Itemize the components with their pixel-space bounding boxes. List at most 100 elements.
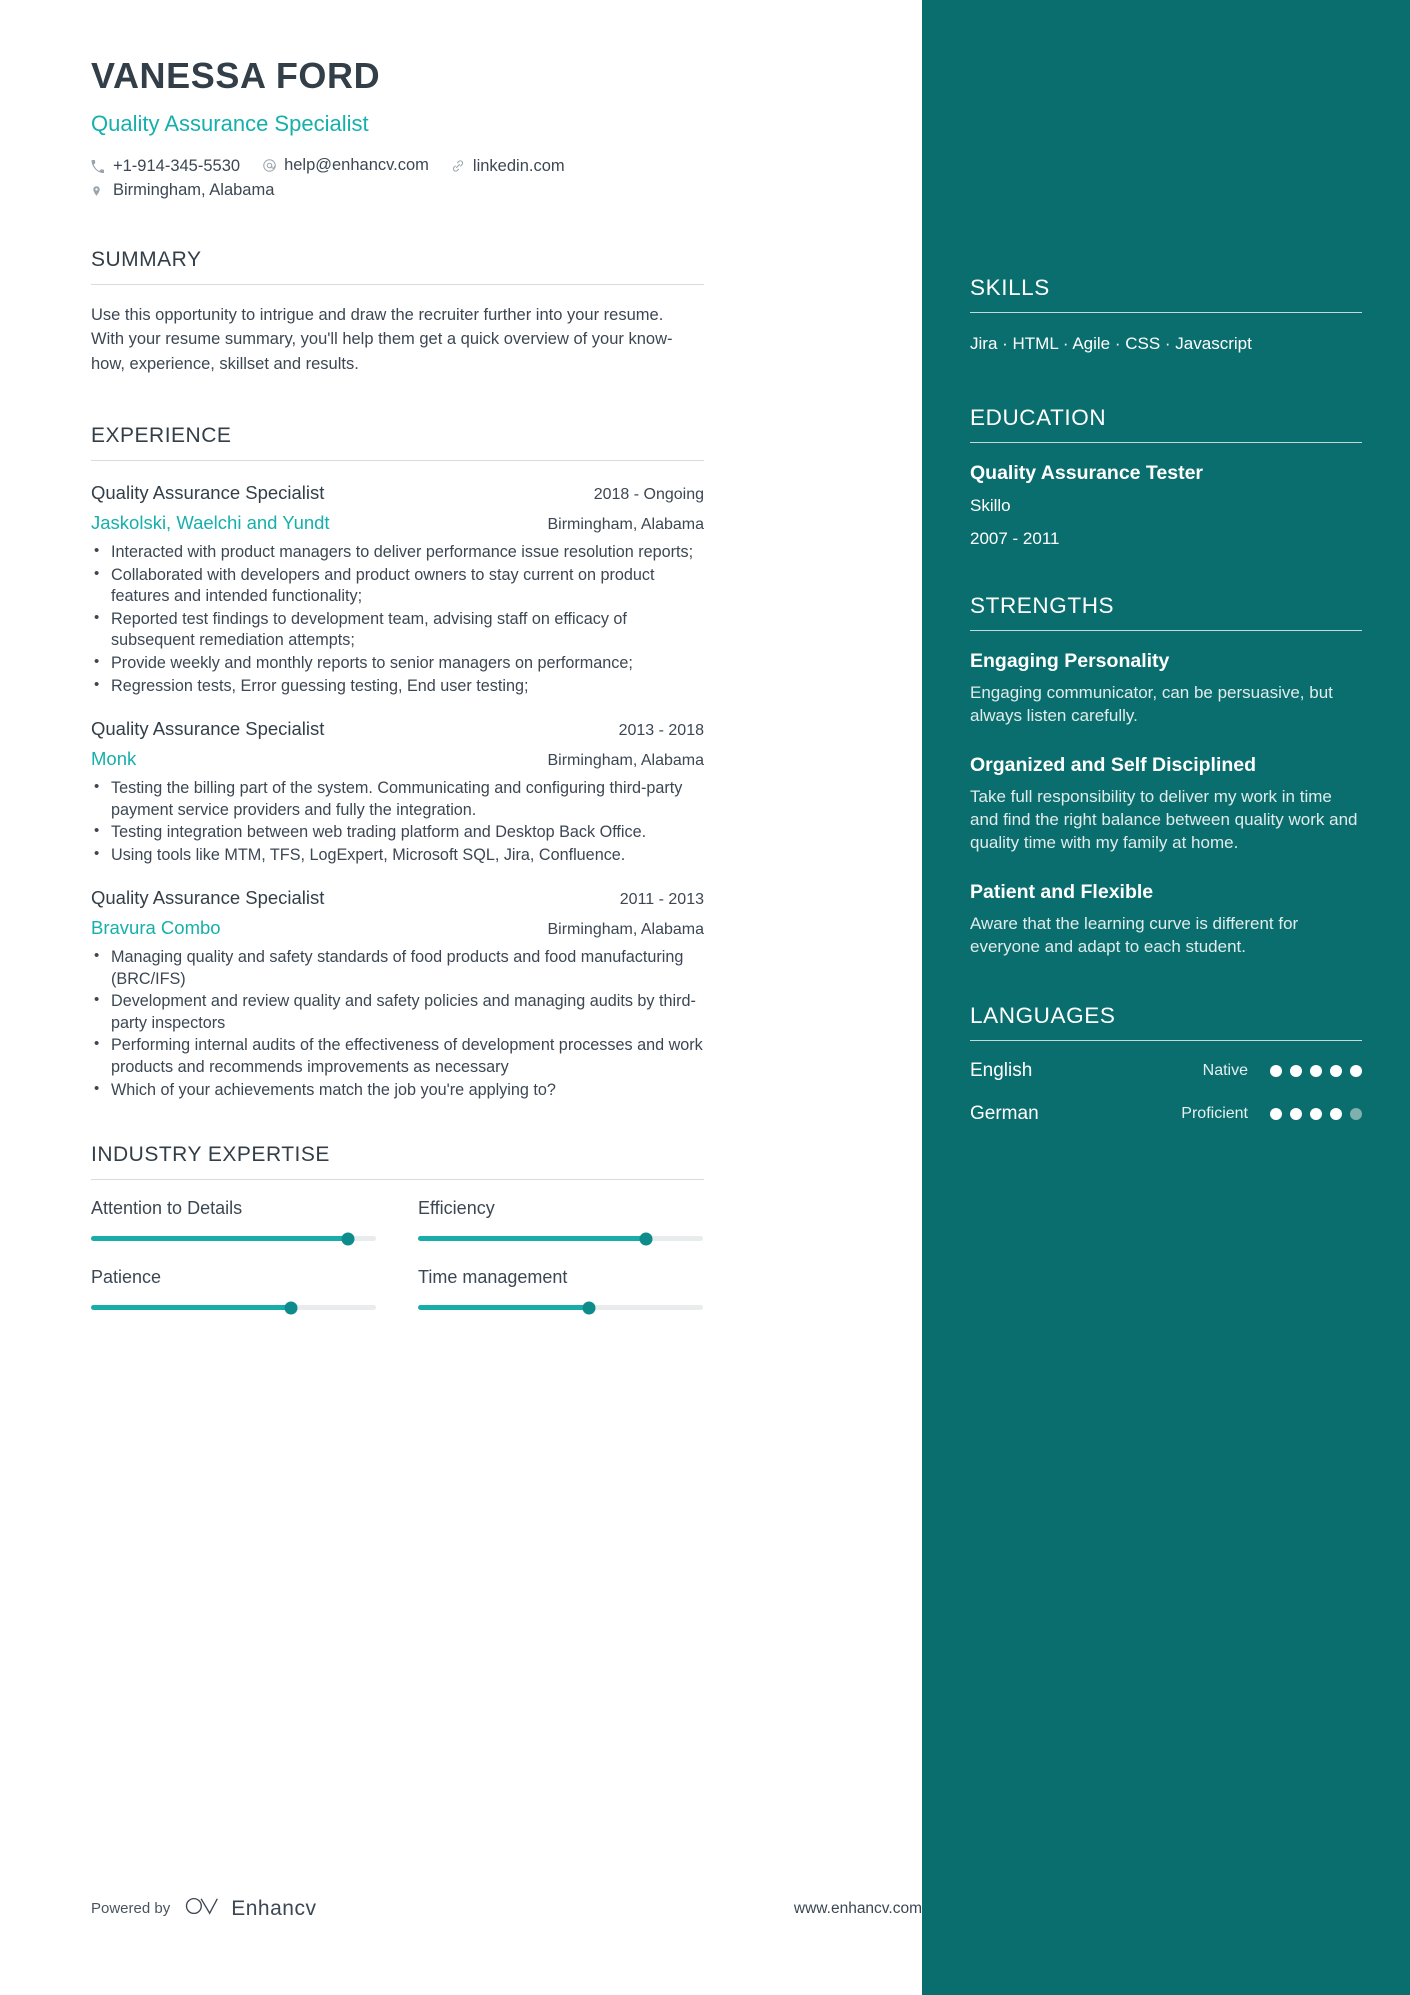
rating-dot-filled xyxy=(1350,1064,1362,1077)
experience-item: Quality Assurance Specialist 2013 - 2018… xyxy=(91,718,704,866)
link-icon xyxy=(451,159,466,173)
contact-phone-text: +1-914-345-5530 xyxy=(113,157,241,175)
experience-bullet: Development and review quality and safet… xyxy=(91,990,704,1034)
experience-dates: 2011 - 2013 xyxy=(619,891,704,909)
experience-bullet: Provide weekly and monthly reports to se… xyxy=(91,652,704,675)
summary-divider xyxy=(91,284,704,285)
section-summary: SUMMARY Use this opportunity to intrigue… xyxy=(91,248,704,376)
strength-name: Engaging Personality xyxy=(970,649,1170,672)
rating-dot-filled xyxy=(1290,1064,1302,1077)
expertise-slider[interactable] xyxy=(91,1232,376,1246)
experience-dates: 2018 - Ongoing xyxy=(593,486,704,504)
experience-bullet: Performing internal audits of the effect… xyxy=(91,1034,704,1078)
experience-bullet: Testing integration between web trading … xyxy=(91,821,704,844)
experience-title-row: Quality Assurance Specialist 2011 - 2013 xyxy=(91,887,704,909)
experience-company-row: Monk Birmingham, Alabama xyxy=(91,744,704,770)
education-entry: Quality Assurance Tester Skillo 2007 - 2… xyxy=(970,462,1362,549)
contact-link[interactable]: linkedin.com xyxy=(451,157,565,176)
sidebar-section-education: EDUCATION Quality Assurance Tester Skill… xyxy=(970,405,1362,549)
contact-location-text: Birmingham, Alabama xyxy=(113,181,275,199)
expertise-label: Efficiency xyxy=(418,1198,495,1219)
skills-list: Jira · HTML · Agile · CSS · Javascript xyxy=(970,334,1252,353)
sidebar-section-skills: SKILLS Jira · HTML · Agile · CSS · Javas… xyxy=(970,275,1362,357)
resume-page: SKILLS Jira · HTML · Agile · CSS · Javas… xyxy=(0,0,1410,1995)
summary-heading: SUMMARY xyxy=(91,248,202,271)
sidebar-section-languages: LANGUAGES English Native German Proficie… xyxy=(970,1003,1362,1125)
slider-knob[interactable] xyxy=(582,1301,596,1315)
experience-bullets: Testing the billing part of the system. … xyxy=(91,777,704,867)
strength-description: Take full responsibility to deliver my w… xyxy=(970,786,1358,853)
language-row: German Proficient xyxy=(970,1103,1362,1125)
experience-company-row: Jaskolski, Waelchi and Yundt Birmingham,… xyxy=(91,508,704,534)
education-divider xyxy=(970,441,1362,443)
rating-dot-filled xyxy=(1290,1107,1302,1120)
strength-description: Engaging communicator, can be persuasive… xyxy=(970,682,1333,726)
summary-text: Use this opportunity to intrigue and dra… xyxy=(91,306,673,373)
experience-bullet: Using tools like MTM, TFS, LogExpert, Mi… xyxy=(91,844,704,867)
slider-fill xyxy=(91,1236,348,1242)
sidebar-section-strengths: STRENGTHS Engaging Personality Engaging … xyxy=(970,593,1362,959)
powered-by-block: Powered by Enhancv xyxy=(91,1895,316,1922)
footer: Powered by Enhancv www.enhancv.com xyxy=(91,1895,922,1922)
enhancv-logo-icon xyxy=(184,1895,220,1922)
slider-knob[interactable] xyxy=(284,1301,297,1315)
email-icon xyxy=(262,158,277,173)
experience-job-title: Quality Assurance Specialist xyxy=(91,718,325,740)
expertise-label: Attention to Details xyxy=(91,1198,243,1219)
contact-email-text: help@enhancv.com xyxy=(284,156,429,174)
contact-link-text: linkedin.com xyxy=(472,156,565,175)
experience-item: Quality Assurance Specialist 2011 - 2013… xyxy=(91,887,704,1101)
rating-dot-filled xyxy=(1310,1107,1322,1120)
expertise-slider[interactable] xyxy=(418,1301,703,1315)
powered-by-label: Powered by xyxy=(91,1900,171,1917)
experience-bullet: Collaborated with developers and product… xyxy=(91,564,704,608)
experience-company[interactable]: Monk xyxy=(91,748,136,770)
expertise-item: Attention to Details xyxy=(91,1198,376,1246)
expertise-label: Time management xyxy=(418,1267,568,1288)
expertise-slider[interactable] xyxy=(91,1301,376,1315)
experience-item: Quality Assurance Specialist 2018 - Ongo… xyxy=(91,482,704,697)
experience-job-title: Quality Assurance Specialist xyxy=(91,482,325,504)
footer-website[interactable]: www.enhancv.com xyxy=(794,1900,922,1918)
section-experience: EXPERIENCE Quality Assurance Specialist … xyxy=(91,424,704,1101)
expertise-slider[interactable] xyxy=(418,1232,703,1246)
language-level: Native xyxy=(1202,1061,1248,1079)
experience-company-row: Bravura Combo Birmingham, Alabama xyxy=(91,913,704,939)
experience-bullets: Managing quality and safety standards of… xyxy=(91,946,704,1101)
experience-bullet: Managing quality and safety standards of… xyxy=(91,946,704,990)
section-industry-expertise: INDUSTRY EXPERTISE Attention to Details … xyxy=(91,1143,704,1315)
contact-email[interactable]: help@enhancv.com xyxy=(262,156,429,175)
experience-location: Birmingham, Alabama xyxy=(547,921,704,939)
experience-bullet: Regression tests, Error guessing testing… xyxy=(91,675,704,698)
experience-title-row: Quality Assurance Specialist 2013 - 2018 xyxy=(91,718,704,740)
contact-location: Birmingham, Alabama xyxy=(91,181,274,200)
skills-divider xyxy=(970,312,1362,313)
strength-description: Aware that the learning curve is differe… xyxy=(970,913,1299,957)
language-row: English Native xyxy=(970,1060,1362,1082)
slider-fill xyxy=(91,1305,291,1311)
strength-name: Patient and Flexible xyxy=(970,880,1154,903)
slider-knob[interactable] xyxy=(341,1232,354,1246)
strength-item: Organized and Self Disciplined Take full… xyxy=(970,754,1362,855)
experience-bullet: Interacted with product managers to deli… xyxy=(91,541,704,564)
experience-location: Birmingham, Alabama xyxy=(547,516,704,534)
strengths-list: Engaging Personality Engaging communicat… xyxy=(970,650,1362,959)
experience-company[interactable]: Jaskolski, Waelchi and Yundt xyxy=(91,512,330,534)
phone-icon xyxy=(91,160,106,173)
education-school: Skillo xyxy=(970,495,1011,515)
skills-heading: SKILLS xyxy=(970,275,1050,300)
experience-bullet: Reported test findings to development te… xyxy=(91,608,704,652)
expertise-grid: Attention to Details Efficiency Patience… xyxy=(91,1198,704,1315)
slider-knob[interactable] xyxy=(639,1232,653,1246)
language-level: Proficient xyxy=(1181,1104,1248,1122)
candidate-name: VANESSA FORD xyxy=(91,55,381,96)
candidate-role: Quality Assurance Specialist xyxy=(91,111,369,136)
rating-dot-filled xyxy=(1310,1064,1322,1077)
contact-phone[interactable]: +1-914-345-5530 xyxy=(91,157,240,176)
enhancv-brand[interactable]: Enhancv xyxy=(184,1895,316,1922)
rating-dot-filled xyxy=(1270,1107,1282,1120)
experience-company[interactable]: Bravura Combo xyxy=(91,917,221,939)
strength-item: Engaging Personality Engaging communicat… xyxy=(970,650,1362,728)
strength-item: Patient and Flexible Aware that the lear… xyxy=(970,881,1362,959)
expertise-label: Patience xyxy=(91,1267,162,1288)
